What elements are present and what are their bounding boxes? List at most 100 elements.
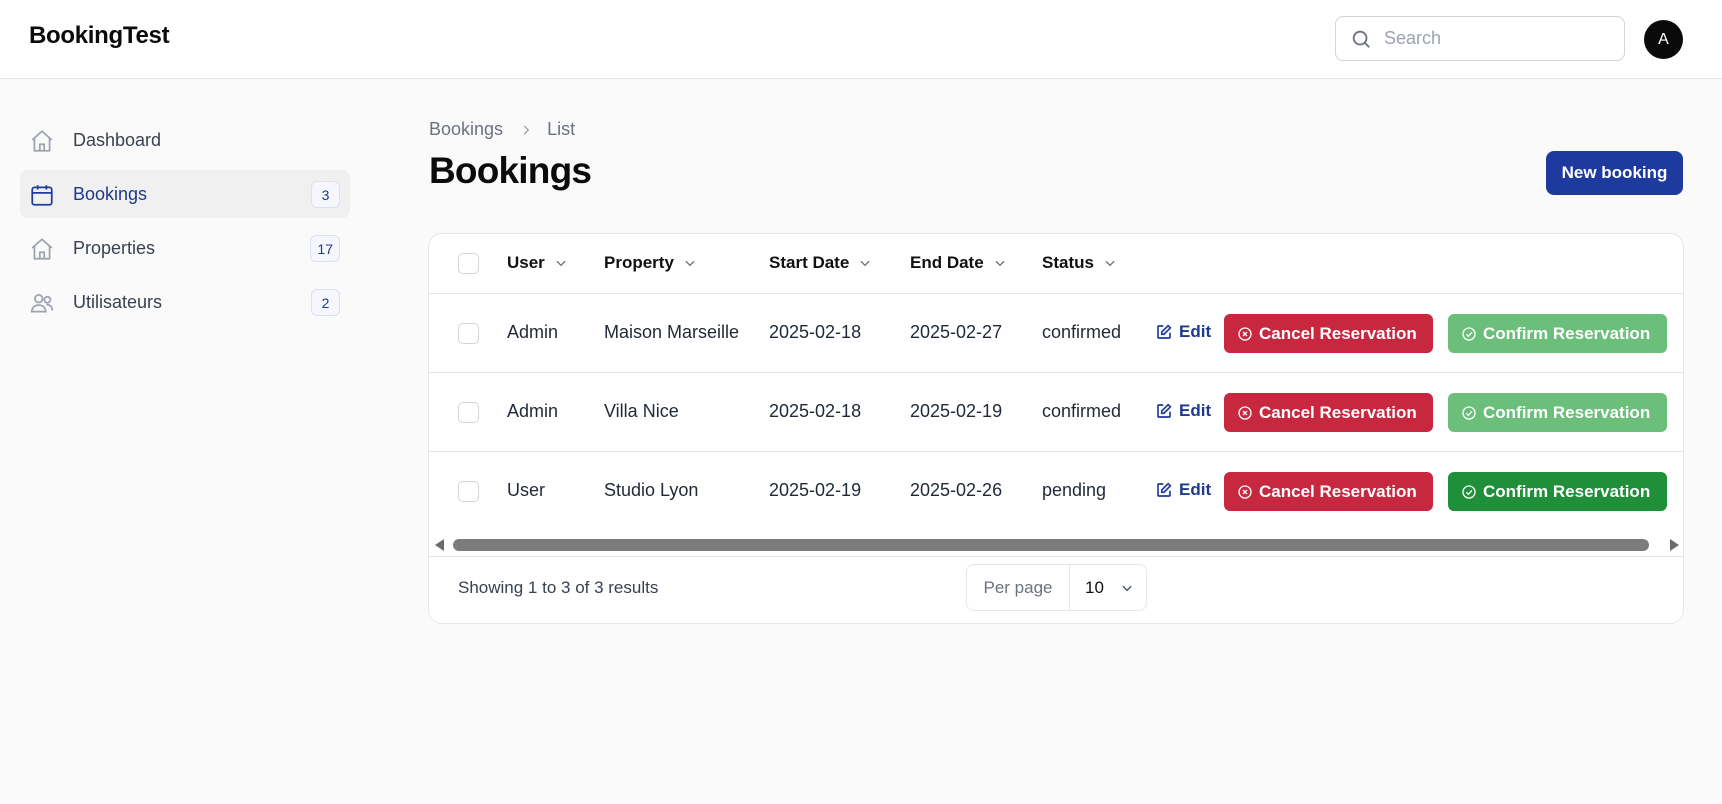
cell-property: Studio Lyon xyxy=(604,480,699,500)
cell-start-date: 2025-02-18 xyxy=(769,322,862,342)
cancel-reservation-button[interactable]: Cancel Reservation xyxy=(1224,472,1433,511)
chevron-down-icon xyxy=(860,260,870,267)
cell-status: confirmed xyxy=(1042,401,1122,421)
search-icon xyxy=(1352,30,1370,48)
bookings-table: User Property Start Date End Date Status… xyxy=(428,233,1684,624)
cell-start-date: 2025-02-18 xyxy=(769,401,862,421)
cell-end-date: 2025-02-27 xyxy=(910,322,1003,342)
sidebar-item-bookings[interactable]: Bookings 3 xyxy=(20,170,350,218)
column-header-end-date[interactable]: End Date xyxy=(910,253,1007,273)
scrollbar-thumb[interactable] xyxy=(453,539,1649,551)
chevron-down-icon xyxy=(556,260,566,267)
chevron-right-icon xyxy=(523,124,530,135)
sidebar-item-properties[interactable]: Properties 17 xyxy=(20,224,350,272)
chevron-down-icon xyxy=(995,260,1005,267)
table-header: User Property Start Date End Date Status xyxy=(429,234,1683,294)
per-page-value: 10 xyxy=(1085,577,1104,597)
edit-label: Edit xyxy=(1179,322,1212,341)
column-label: Start Date xyxy=(769,253,850,272)
row-checkbox[interactable] xyxy=(458,402,479,423)
calendar-icon xyxy=(31,185,53,206)
search-input[interactable] xyxy=(1384,17,1614,60)
column-label: Property xyxy=(604,253,674,272)
edit-button[interactable]: Edit xyxy=(1155,480,1211,500)
cancel-label: Cancel Reservation xyxy=(1259,323,1417,343)
edit-label: Edit xyxy=(1179,401,1212,420)
breadcrumb-current: List xyxy=(547,119,576,139)
cell-property: Villa Nice xyxy=(604,401,679,421)
home-icon xyxy=(31,238,53,260)
horizontal-scrollbar[interactable] xyxy=(429,531,1683,557)
top-bar: BookingTest A xyxy=(0,0,1722,79)
column-header-start-date[interactable]: Start Date xyxy=(769,253,872,273)
cell-property: Maison Marseille xyxy=(604,322,740,342)
row-checkbox[interactable] xyxy=(458,481,479,502)
sidebar-item-dashboard[interactable]: Dashboard xyxy=(20,116,350,164)
count-badge: 17 xyxy=(310,235,340,262)
x-circle-icon xyxy=(1238,484,1252,499)
cancel-label: Cancel Reservation xyxy=(1259,481,1417,501)
cell-end-date: 2025-02-26 xyxy=(910,480,1003,500)
page-title: Bookings xyxy=(429,150,592,191)
cancel-reservation-button[interactable]: Cancel Reservation xyxy=(1224,393,1433,432)
cell-status: confirmed xyxy=(1042,322,1122,342)
confirm-label: Confirm Reservation xyxy=(1483,323,1651,343)
table-row: User Studio Lyon 2025-02-19 2025-02-26 p… xyxy=(429,452,1683,531)
scroll-left-arrow-icon[interactable] xyxy=(435,539,444,551)
per-page-select[interactable]: Per page 10 xyxy=(966,564,1147,611)
new-booking-button[interactable]: New booking xyxy=(1546,151,1683,195)
per-page-dropdown[interactable]: 10 xyxy=(1070,565,1146,610)
confirm-reservation-button[interactable]: Confirm Reservation xyxy=(1448,314,1667,353)
column-label: End Date xyxy=(910,253,984,272)
edit-icon xyxy=(1157,482,1172,497)
cell-start-date: 2025-02-19 xyxy=(769,480,862,500)
cancel-reservation-button[interactable]: Cancel Reservation xyxy=(1224,314,1433,353)
check-circle-icon xyxy=(1462,484,1476,499)
count-badge: 3 xyxy=(311,181,340,208)
edit-icon xyxy=(1157,324,1172,339)
select-all-checkbox[interactable] xyxy=(458,253,479,274)
users-icon xyxy=(30,294,54,313)
search-box[interactable] xyxy=(1335,16,1625,61)
breadcrumb: Bookings List xyxy=(429,119,575,140)
chevron-down-icon xyxy=(1122,585,1132,591)
cancel-label: Cancel Reservation xyxy=(1259,402,1417,422)
cell-user: User xyxy=(507,480,546,500)
edit-label: Edit xyxy=(1179,480,1212,499)
column-header-status[interactable]: Status xyxy=(1042,253,1117,273)
count-badge: 2 xyxy=(311,289,340,316)
edit-icon xyxy=(1157,403,1172,418)
x-circle-icon xyxy=(1238,326,1252,341)
sidebar-item-label: Dashboard xyxy=(73,130,162,150)
sidebar-item-utilisateurs[interactable]: Utilisateurs 2 xyxy=(20,278,350,326)
column-header-user[interactable]: User xyxy=(507,253,568,273)
table-row: Admin Maison Marseille 2025-02-18 2025-0… xyxy=(429,294,1683,373)
sidebar-item-label: Utilisateurs xyxy=(73,292,163,312)
row-checkbox[interactable] xyxy=(458,323,479,344)
column-header-property[interactable]: Property xyxy=(604,253,697,273)
sidebar: Dashboard Bookings 3 Properties 17 Utili… xyxy=(20,116,350,332)
cell-end-date: 2025-02-19 xyxy=(910,401,1003,421)
avatar[interactable]: A xyxy=(1644,20,1683,59)
app-title[interactable]: BookingTest xyxy=(29,22,170,50)
x-circle-icon xyxy=(1238,405,1252,420)
scroll-right-arrow-icon[interactable] xyxy=(1670,539,1679,551)
confirm-reservation-button[interactable]: Confirm Reservation xyxy=(1448,472,1667,511)
confirm-label: Confirm Reservation xyxy=(1483,481,1651,501)
confirm-reservation-button[interactable]: Confirm Reservation xyxy=(1448,393,1667,432)
check-circle-icon xyxy=(1462,326,1476,341)
cell-user: Admin xyxy=(507,322,559,342)
edit-button[interactable]: Edit xyxy=(1155,322,1211,342)
chevron-down-icon xyxy=(1105,260,1115,267)
sidebar-item-label: Properties xyxy=(73,238,156,258)
breadcrumb-parent[interactable]: Bookings xyxy=(429,119,503,140)
sidebar-item-label: Bookings xyxy=(73,184,148,204)
chevron-down-icon xyxy=(685,260,695,267)
per-page-label: Per page xyxy=(967,565,1070,610)
edit-button[interactable]: Edit xyxy=(1155,401,1211,421)
table-row: Admin Villa Nice 2025-02-18 2025-02-19 c… xyxy=(429,373,1683,452)
home-icon xyxy=(31,130,53,152)
check-circle-icon xyxy=(1462,405,1476,420)
results-summary: Showing 1 to 3 of 3 results xyxy=(458,578,659,597)
confirm-label: Confirm Reservation xyxy=(1483,402,1651,422)
